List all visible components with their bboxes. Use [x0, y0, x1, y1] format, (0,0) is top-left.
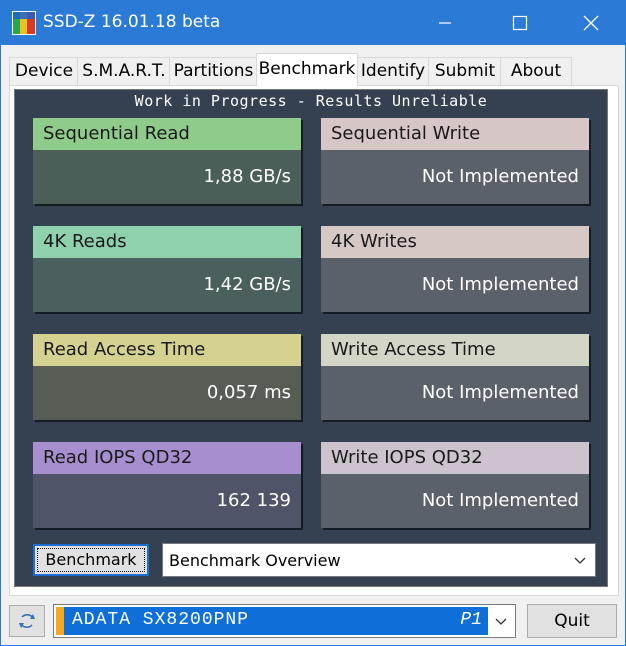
- card-value: 1,88 GB/s: [33, 150, 301, 204]
- card-value: 0,057 ms: [33, 366, 301, 420]
- tab-identify[interactable]: Identify: [356, 57, 430, 85]
- card-label: Write Access Time: [321, 334, 589, 366]
- card-sequential-write: Sequential Write Not Implemented: [321, 118, 589, 204]
- app-window: SSD-Z 16.01.18 beta Device S.M.A.R.T. Pa…: [0, 0, 626, 646]
- card-read-access-time: Read Access Time 0,057 ms: [33, 334, 301, 420]
- benchmark-controls: Benchmark Benchmark Overview: [15, 538, 607, 586]
- tab-smart[interactable]: S.M.A.R.T.: [77, 57, 171, 85]
- drive-color-marker: [56, 607, 64, 635]
- window-title: SSD-Z 16.01.18 beta: [43, 12, 221, 32]
- card-label: 4K Writes: [321, 226, 589, 258]
- card-label: Write IOPS QD32: [321, 442, 589, 474]
- benchmark-button[interactable]: Benchmark: [33, 544, 149, 576]
- benchmark-area: Work in Progress - Results Unreliable Se…: [14, 89, 608, 587]
- benchmark-view-select[interactable]: Benchmark Overview: [162, 543, 596, 577]
- card-4k-writes: 4K Writes Not Implemented: [321, 226, 589, 312]
- tab-partitions[interactable]: Partitions: [169, 57, 258, 85]
- app-icon: [12, 11, 36, 35]
- tab-strip: Device S.M.A.R.T. Partitions Benchmark I…: [9, 53, 619, 86]
- card-label: Read Access Time: [33, 334, 301, 366]
- chevron-down-icon[interactable]: [573, 554, 587, 568]
- drive-name: ADATA SX8200PNP: [72, 610, 250, 630]
- card-write-iops: Write IOPS QD32 Not Implemented: [321, 442, 589, 528]
- tab-about[interactable]: About: [500, 57, 572, 85]
- quit-button[interactable]: Quit: [527, 604, 617, 638]
- tab-benchmark[interactable]: Benchmark: [256, 53, 358, 86]
- tab-submit[interactable]: Submit: [428, 57, 502, 85]
- card-value: 162 139: [33, 474, 301, 528]
- drive-badge: P1: [460, 610, 482, 630]
- card-label: Sequential Read: [33, 118, 301, 150]
- tab-device[interactable]: Device: [9, 57, 79, 85]
- warning-banner: Work in Progress - Results Unreliable: [134, 92, 488, 110]
- chevron-down-icon[interactable]: [494, 615, 508, 629]
- close-icon[interactable]: [556, 1, 626, 45]
- refresh-icon: [19, 614, 35, 628]
- card-value: Not Implemented: [321, 366, 589, 420]
- card-value: 1,42 GB/s: [33, 258, 301, 312]
- card-label: Read IOPS QD32: [33, 442, 301, 474]
- card-read-iops: Read IOPS QD32 162 139: [33, 442, 301, 528]
- card-value: Not Implemented: [321, 474, 589, 528]
- drive-selected-item: ADATA SX8200PNP P1: [56, 607, 488, 635]
- card-value: Not Implemented: [321, 150, 589, 204]
- card-label: 4K Reads: [33, 226, 301, 258]
- drive-select[interactable]: ADATA SX8200PNP P1: [53, 604, 516, 638]
- minimize-icon[interactable]: [409, 1, 481, 45]
- card-value: Not Implemented: [321, 258, 589, 312]
- card-write-access-time: Write Access Time Not Implemented: [321, 334, 589, 420]
- card-sequential-read: Sequential Read 1,88 GB/s: [33, 118, 301, 204]
- benchmark-view-value: Benchmark Overview: [169, 551, 341, 570]
- benchmark-panel: Work in Progress - Results Unreliable Se…: [9, 85, 619, 596]
- refresh-button[interactable]: [9, 605, 45, 637]
- title-bar: SSD-Z 16.01.18 beta: [1, 1, 625, 45]
- card-label: Sequential Write: [321, 118, 589, 150]
- maximize-icon[interactable]: [484, 1, 556, 45]
- card-4k-reads: 4K Reads 1,42 GB/s: [33, 226, 301, 312]
